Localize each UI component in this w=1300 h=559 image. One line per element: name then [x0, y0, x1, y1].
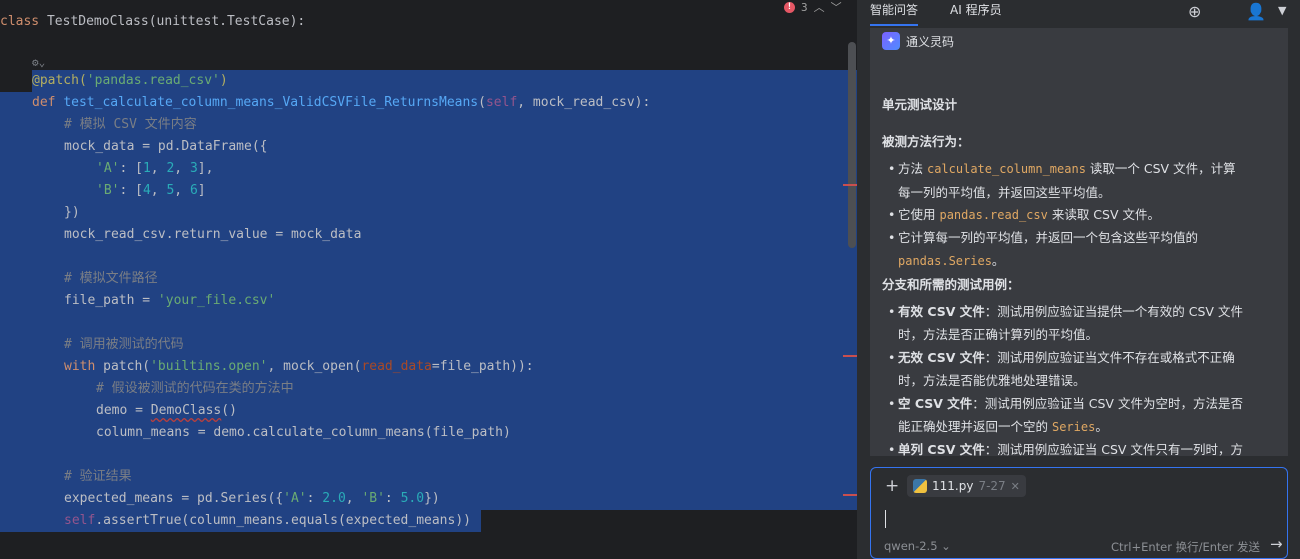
list-item: 方法 calculate_column_means 读取一个 CSV 文件，计算… [888, 157, 1280, 204]
model-selector[interactable]: qwen-2.5 ⌄ [884, 539, 951, 553]
inspection-widget[interactable]: ! 3 ︿ ﹀ [784, 0, 842, 14]
editor-scrollbar[interactable] [848, 42, 856, 248]
code-line: demo = DemoClass() [96, 403, 237, 418]
chevron-down-icon: ⌄ [941, 539, 951, 553]
code-comment: # 模拟文件路径 [64, 271, 158, 286]
send-arrow-icon[interactable]: → [1270, 535, 1283, 553]
list-item: 有效 CSV 文件：测试用例应验证当提供一个有效的 CSV 文件时，方法是否正确… [888, 300, 1280, 346]
code-editor[interactable]: class TestDemoClass(unittest.TestCase): … [0, 0, 858, 559]
code-line: file_path = 'your_file.csv' [64, 293, 276, 308]
assistant-header: ✦ 通义灵码 [882, 32, 954, 50]
file-chip-range: 7-27 [978, 479, 1006, 493]
code-line: mock_read_csv.return_value = mock_data [64, 227, 362, 242]
code-line: self.assertTrue(column_means.equals(expe… [64, 513, 471, 528]
tongyi-logo-icon: ✦ [882, 32, 900, 50]
code-line: with patch('builtins.open', mock_open(re… [64, 359, 534, 374]
chat-input-box[interactable]: + 111.py 7-27 ✕ qwen-2.5 ⌄ Ctrl+Enter 换行… [870, 467, 1288, 559]
caret-down-icon[interactable]: ▼ [1278, 4, 1286, 17]
file-context-chip[interactable]: 111.py 7-27 ✕ [907, 475, 1026, 497]
panel-tabs: 智能问答 AI 程序员 ⊕ 👤 ▼ [859, 0, 1300, 28]
file-chip-name: 111.py [932, 479, 974, 493]
code-line: 'A': [1, 2, 3], [96, 161, 214, 176]
code-line: column_means = demo.calculate_column_mea… [96, 425, 511, 440]
code-line: 'B': [4, 5, 6] [96, 183, 206, 198]
new-chat-plus-icon[interactable]: ⊕ [1188, 2, 1201, 21]
response-heading: 单元测试设计 [882, 97, 958, 112]
code-line: }) [64, 205, 80, 220]
code-line: expected_means = pd.Series({'A': 2.0, 'B… [64, 491, 440, 506]
add-context-plus-icon[interactable]: + [885, 476, 899, 496]
list-item: 它使用 pandas.read_csv 来读取 CSV 文件。 [888, 203, 1280, 227]
close-icon[interactable]: ✕ [1011, 480, 1020, 493]
input-hint: Ctrl+Enter 换行/Enter 发送 [1111, 540, 1261, 554]
ai-assistant-panel: 智能问答 AI 程序员 ⊕ 👤 ▼ ✦ 通义灵码 单元测试设计 被测方法行为： … [859, 0, 1300, 559]
code-line-class: class TestDemoClass(unittest.TestCase): [0, 14, 306, 29]
error-count: 3 [801, 0, 808, 14]
code-line-def: def test_calculate_column_means_ValidCSV… [32, 95, 651, 110]
error-marker[interactable] [843, 494, 857, 496]
list-item: 空 CSV 文件：测试用例应验证当 CSV 文件为空时，方法是否能正确处理并返回… [888, 392, 1280, 439]
code-line-decorator: @patch('pandas.read_csv') [32, 73, 228, 88]
chevron-up-icon[interactable]: ︿ [814, 0, 825, 15]
list-item: 无效 CSV 文件：测试用例应验证当文件不存在或格式不正确时，方法是否能优雅地处… [888, 346, 1280, 392]
behavior-title: 被测方法行为： [882, 134, 970, 149]
error-icon: ! [784, 1, 795, 13]
error-marker[interactable] [843, 355, 857, 357]
text-caret [885, 510, 886, 528]
code-comment: # 假设被测试的代码在类的方法中 [96, 381, 294, 396]
code-comment: # 调用被测试的代码 [64, 337, 184, 352]
tab-smart-qa[interactable]: 智能问答 [870, 0, 919, 26]
python-file-icon [913, 479, 927, 493]
selection-highlight-gutter [0, 92, 32, 510]
chevron-down-icon[interactable]: ﹀ [831, 0, 842, 15]
code-line: mock_data = pd.DataFrame({ [64, 139, 268, 154]
user-icon[interactable]: 👤 [1246, 2, 1266, 21]
cases-title: 分支和所需的测试用例： [882, 277, 1020, 292]
chat-response: ✦ 通义灵码 单元测试设计 被测方法行为： 方法 calculate_colum… [870, 28, 1288, 456]
list-item: 单列 CSV 文件：测试用例应验证当 CSV 文件只有一列时，方 [888, 438, 1280, 456]
error-marker[interactable] [843, 184, 857, 186]
code-comment: # 模拟 CSV 文件内容 [64, 117, 197, 132]
list-item: 它计算每一列的平均值，并返回一个包含这些平均值的pandas.Series。 [888, 226, 1280, 273]
assistant-name: 通义灵码 [906, 34, 955, 49]
tab-ai-programmer[interactable]: AI 程序员 [950, 0, 1002, 20]
code-comment: # 验证结果 [64, 469, 132, 484]
